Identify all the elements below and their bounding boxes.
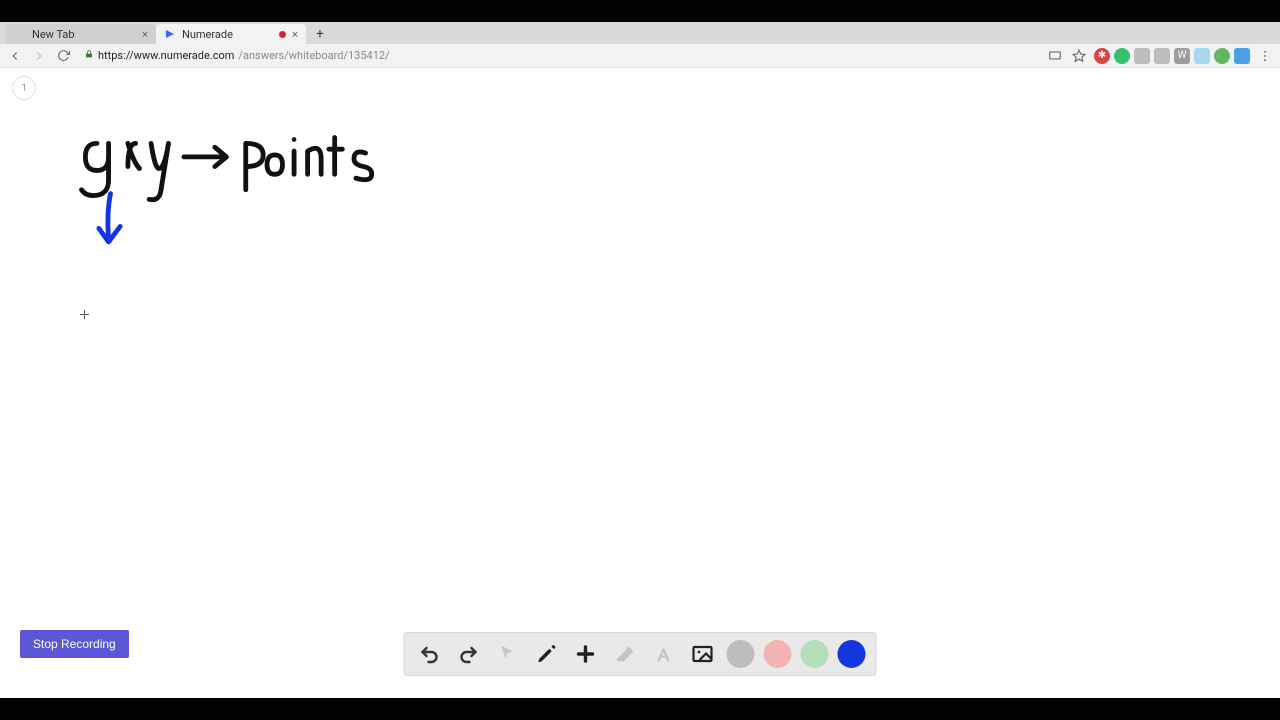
- forward-button[interactable]: [30, 47, 48, 65]
- text-tool-button[interactable]: [649, 639, 679, 669]
- tab-strip: New Tab × Numerade × +: [0, 22, 1280, 44]
- extension-icon[interactable]: W: [1174, 48, 1190, 64]
- page-content: 1: [0, 68, 1280, 698]
- extension-icon[interactable]: [1154, 48, 1170, 64]
- drawing-layer: [0, 68, 1280, 698]
- add-tool-button[interactable]: [571, 639, 601, 669]
- kebab-menu-icon[interactable]: [1256, 47, 1274, 65]
- close-tab-icon[interactable]: ×: [142, 28, 148, 41]
- color-swatch-green[interactable]: [801, 640, 829, 668]
- extension-icon[interactable]: [1134, 48, 1150, 64]
- undo-button[interactable]: [415, 639, 445, 669]
- present-icon[interactable]: [1046, 47, 1064, 65]
- extensions-row: ✱W: [1094, 48, 1250, 64]
- tab-title: New Tab: [32, 28, 136, 41]
- tab-new-tab[interactable]: New Tab ×: [6, 24, 156, 44]
- pointer-tool-button[interactable]: [493, 639, 523, 669]
- color-swatch-grey[interactable]: [727, 640, 755, 668]
- redo-button[interactable]: [454, 639, 484, 669]
- extension-icon[interactable]: [1194, 48, 1210, 64]
- close-tab-icon[interactable]: ×: [292, 28, 298, 41]
- url-host: https://www.numerade.com: [98, 49, 234, 62]
- url-path: /answers/whiteboard/135412/: [238, 49, 389, 62]
- reload-button[interactable]: [54, 47, 72, 65]
- tab-title: Numerade: [182, 28, 273, 41]
- back-button[interactable]: [6, 47, 24, 65]
- recording-indicator-icon: [279, 31, 286, 38]
- browser-window: New Tab × Numerade × + https://www.num: [0, 22, 1280, 698]
- eraser-tool-button[interactable]: [610, 639, 640, 669]
- browser-toolbar: https://www.numerade.com/answers/whitebo…: [0, 44, 1280, 68]
- color-swatch-pink[interactable]: [764, 640, 792, 668]
- pen-tool-button[interactable]: [532, 639, 562, 669]
- whiteboard-canvas[interactable]: [0, 68, 1280, 698]
- color-swatch-blue-active[interactable]: [838, 640, 866, 668]
- tab-numerade[interactable]: Numerade ×: [156, 24, 306, 44]
- new-tab-button[interactable]: +: [310, 24, 330, 44]
- extension-icon[interactable]: [1234, 48, 1250, 64]
- stop-recording-button[interactable]: Stop Recording: [20, 630, 129, 658]
- address-bar[interactable]: https://www.numerade.com/answers/whitebo…: [78, 47, 396, 65]
- favicon-numerade: [164, 28, 176, 40]
- lock-icon: [84, 49, 94, 62]
- whiteboard-toolbar: [404, 632, 877, 676]
- extension-icon[interactable]: ✱: [1094, 48, 1110, 64]
- extension-icon[interactable]: [1114, 48, 1130, 64]
- extension-icon[interactable]: [1214, 48, 1230, 64]
- crosshair-cursor-icon: [80, 310, 89, 319]
- image-tool-button[interactable]: [688, 639, 718, 669]
- favicon-blank: [14, 28, 26, 40]
- bookmark-star-icon[interactable]: [1070, 47, 1088, 65]
